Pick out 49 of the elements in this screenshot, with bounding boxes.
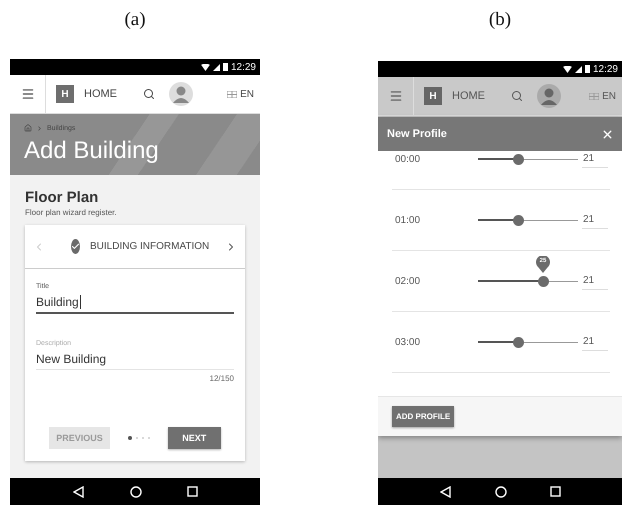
language-button[interactable]: EN [589,90,616,102]
logo: H [56,85,74,103]
back-icon[interactable] [72,486,84,498]
status-time: 12:29 [592,64,618,74]
status-time: 12:29 [230,62,256,72]
slider-thumb[interactable] [538,276,548,286]
flag-icon [227,90,238,98]
value-field[interactable]: 21 [582,334,608,350]
avatar-icon[interactable] [537,84,561,108]
recent-apps-icon[interactable] [186,486,198,497]
slider-thumb[interactable] [512,336,524,348]
add-profile-button[interactable]: ADD PROFILE [392,406,454,427]
step-label: BUILDING INFORMATION [90,241,210,252]
chevron-icon [36,124,43,132]
wifi-icon [562,66,572,72]
signal-icon [212,64,220,70]
dialog-title: New Profile [387,128,447,140]
signal-icon [574,66,582,72]
character-counter: 12/150 [210,374,234,383]
figure-caption: (a) [124,9,146,31]
value-field[interactable]: 21 [582,212,608,228]
home-link[interactable]: HOME [84,88,117,100]
time-label: 02:00 [394,276,422,286]
wifi-icon [200,64,210,70]
search-icon[interactable] [511,90,523,102]
page-title: Add Building [24,137,160,165]
slider-thumb[interactable] [512,154,524,164]
back-icon[interactable] [440,486,452,498]
time-label: 00:00 [394,154,422,164]
time-label: 03:00 [394,336,422,348]
time-label: 01:00 [394,214,422,226]
search-icon[interactable] [143,88,155,100]
flag-icon [589,92,600,100]
check-icon [71,239,80,254]
card-subtitle: Floor plan wizard register. [25,208,118,217]
card-title: Floor Plan [25,189,100,206]
slider-thumb[interactable] [512,214,524,226]
figure-caption: (b) [488,9,512,31]
recent-apps-icon[interactable] [550,486,560,497]
avatar-icon[interactable] [169,82,193,106]
value-field[interactable]: 21 [582,151,608,168]
value-field[interactable]: 21 [582,272,608,290]
battery-icon [222,63,228,71]
logo: H [424,87,442,105]
next-button[interactable]: NEXT [168,427,221,449]
language-button[interactable]: EN [227,88,254,100]
home-link[interactable]: HOME [452,90,485,102]
battery-icon [584,65,590,73]
close-icon[interactable] [601,128,614,140]
